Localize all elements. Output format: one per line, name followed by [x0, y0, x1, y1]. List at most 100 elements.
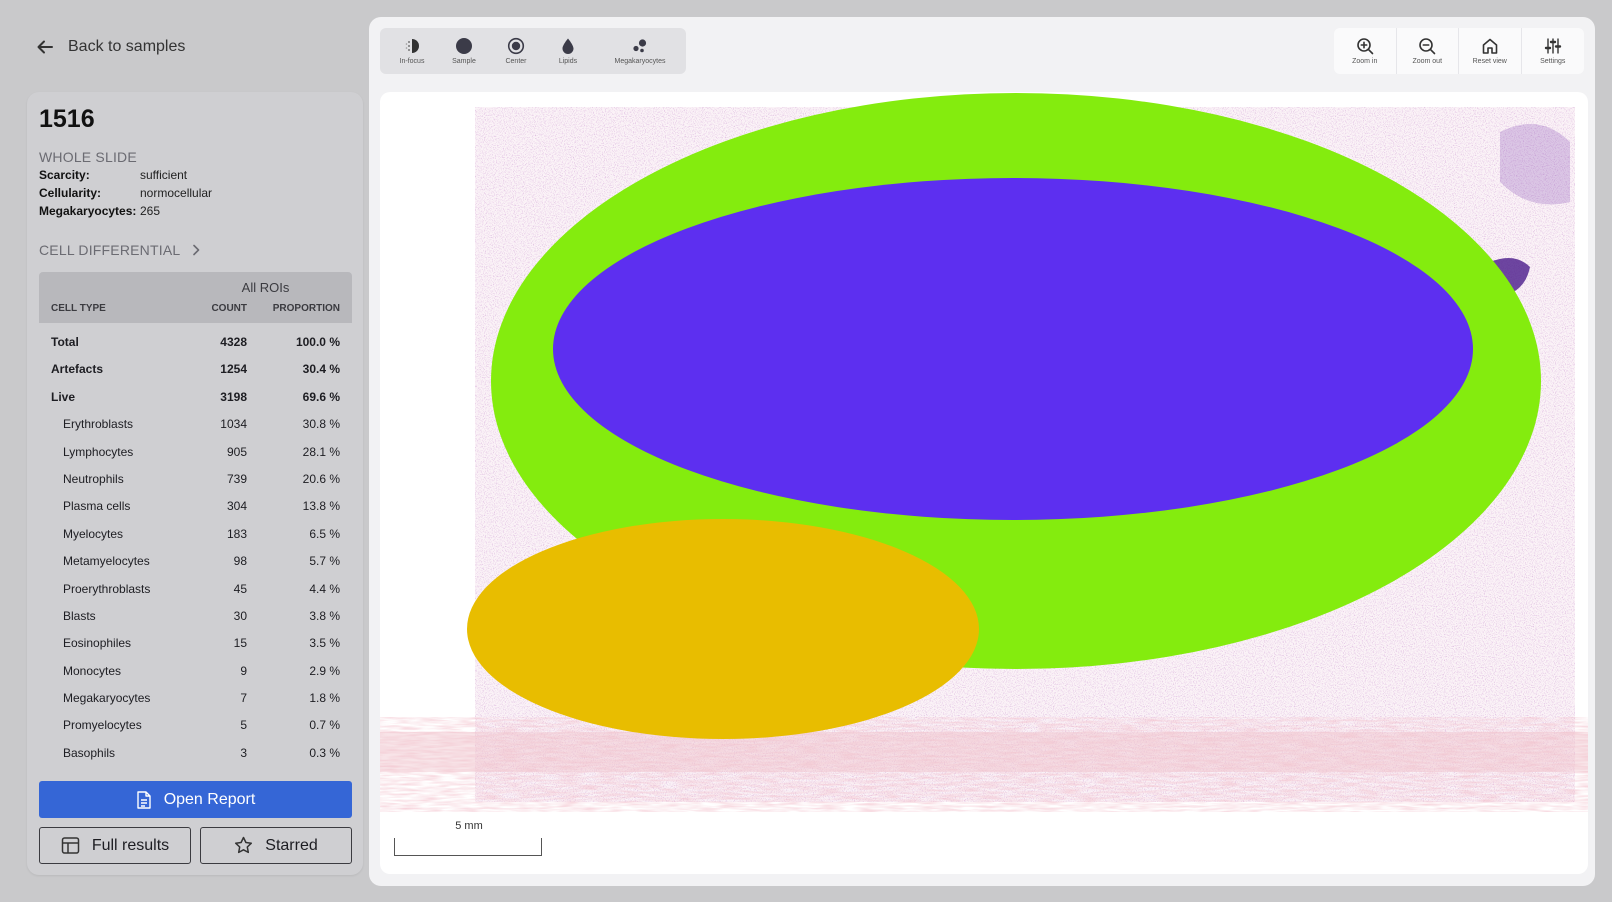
field-key: Cellularity:: [39, 186, 102, 200]
tool-label: Settings: [1540, 58, 1566, 65]
cell-type-cell: Proerythroblasts: [63, 581, 151, 596]
tool-lipids[interactable]: Lipids: [542, 28, 594, 74]
tool-label: Center: [505, 58, 527, 65]
cell-type-cell: Basophils: [63, 745, 116, 760]
count-cell: 15: [233, 636, 247, 651]
count-cell: 98: [233, 554, 247, 569]
full-results-button[interactable]: Full results: [39, 827, 191, 864]
tool-in-focus[interactable]: In-focus: [386, 28, 438, 74]
count-cell: 739: [226, 471, 247, 486]
cell-type-cell: Monocytes: [63, 663, 122, 678]
tool-label: In-focus: [399, 58, 425, 65]
cell-type-cell: Total: [51, 335, 79, 349]
table-row: Metamyelocytes 98 5.7 %: [39, 547, 352, 574]
tool-label: Zoom in: [1352, 58, 1378, 65]
chevron-right-icon: [193, 244, 200, 256]
table-row: Proerythroblasts 45 4.4 %: [39, 575, 352, 602]
starred-button[interactable]: Starred: [200, 827, 352, 864]
proportion-cell: 100.0 %: [295, 335, 340, 349]
back-to-samples-link[interactable]: Back to samples: [36, 38, 185, 56]
tool-label: Zoom out: [1412, 58, 1443, 65]
tool-center[interactable]: Center: [490, 28, 542, 74]
lipids-icon: [562, 38, 574, 54]
tool-megakaryocytes[interactable]: Megakaryocytes: [594, 28, 686, 74]
table-row: Basophils 3 0.3 %: [39, 739, 352, 766]
proportion-cell: 69.6 %: [302, 389, 340, 404]
field-value: normocellular: [140, 186, 213, 200]
field-value: 265: [140, 204, 161, 218]
proportion-cell: 1.8 %: [309, 691, 340, 706]
count-cell: 4328: [220, 335, 247, 349]
table-row: Total 4328 100.0 %: [39, 328, 352, 355]
settings-button[interactable]: Settings: [1522, 28, 1585, 74]
tool-label: Megakaryocytes: [614, 58, 666, 65]
table-row: Artefacts 1254 30.4 %: [39, 355, 352, 382]
open-report-label: Open Report: [163, 790, 256, 808]
full-results-label: Full results: [91, 836, 170, 854]
arrow-left-icon: [37, 40, 53, 54]
table-row: Neutrophils 739 20.6 %: [39, 465, 352, 492]
field-megakaryocytes: Megakaryocytes: 265: [39, 204, 160, 218]
field-value: sufficient: [140, 168, 188, 182]
field-key: Megakaryocytes:: [39, 204, 137, 218]
proportion-cell: 20.6 %: [302, 471, 340, 486]
cell-type-cell: Lymphocytes: [63, 444, 134, 459]
table-row: Blasts 30 3.8 %: [39, 602, 352, 629]
field-cellularity: Cellularity: normocellular: [39, 186, 212, 200]
in-focus-icon: [405, 39, 419, 53]
count-cell: 1254: [220, 362, 247, 377]
count-cell: 30: [233, 608, 247, 623]
proportion-cell: 0.3 %: [309, 745, 340, 760]
column-header-cell-type: CELL TYPE: [51, 303, 106, 314]
count-cell: 183: [226, 526, 247, 541]
scale-bar: 5 mm: [394, 820, 542, 856]
table-row: Megakaryocytes 7 1.8 %: [39, 684, 352, 711]
count-cell: 9: [240, 663, 247, 678]
proportion-cell: 3.8 %: [309, 608, 340, 623]
table-row: Erythroblasts 1034 30.8 %: [39, 410, 352, 437]
cell-differential-label: CELL DIFFERENTIAL: [39, 242, 181, 258]
table-row: Live 3198 69.6 %: [39, 383, 352, 410]
view-toolbar: Zoom in Zoom out Reset view Settings: [1334, 28, 1584, 74]
proportion-cell: 13.8 %: [302, 499, 340, 514]
roi-overlay-yellow: [467, 519, 979, 739]
table-row: Eosinophiles 15 3.5 %: [39, 629, 352, 656]
tool-sample[interactable]: Sample: [438, 28, 490, 74]
cell-type-cell: Neutrophils: [63, 471, 124, 486]
cell-type-cell: Myelocytes: [63, 526, 124, 541]
count-cell: 3198: [220, 389, 247, 404]
count-cell: 3: [240, 745, 247, 760]
tool-label: Reset view: [1472, 58, 1507, 65]
slide-viewport[interactable]: 5 mm: [380, 92, 1588, 874]
roi-overlay-violet: [553, 178, 1473, 520]
table-icon: [61, 837, 80, 854]
table-row: Lymphocytes 905 28.1 %: [39, 438, 352, 465]
open-report-button[interactable]: Open Report: [39, 781, 352, 818]
scale-bar-label: 5 mm: [455, 820, 483, 832]
whole-slide-label: WHOLE SLIDE: [39, 149, 137, 165]
star-icon: [235, 836, 253, 854]
proportion-cell: 6.5 %: [309, 526, 340, 541]
cell-type-cell: Erythroblasts: [63, 417, 134, 432]
table-body: Total 4328 100.0 % Artefacts 1254 30.4 % Live 3…: [39, 328, 352, 766]
cell-type-cell: Live: [51, 389, 76, 404]
table-header: All ROIs CELL TYPE COUNT PROPORTION: [39, 272, 352, 323]
cell-type-cell: Eosinophiles: [63, 636, 132, 651]
field-key: Scarcity:: [39, 168, 90, 182]
tool-label: Lipids: [558, 58, 578, 65]
cell-differential-toggle[interactable]: CELL DIFFERENTIAL: [39, 242, 202, 258]
proportion-cell: 0.7 %: [309, 718, 340, 733]
zoom-in-button[interactable]: Zoom in: [1334, 28, 1397, 74]
zoom-out-button[interactable]: Zoom out: [1397, 28, 1459, 74]
cell-type-cell: Blasts: [63, 608, 96, 623]
group-header: All ROIs: [241, 280, 290, 295]
table-row: Myelocytes 183 6.5 %: [39, 520, 352, 547]
proportion-cell: 4.4 %: [309, 581, 340, 596]
starred-label: Starred: [265, 836, 318, 854]
reset-view-button[interactable]: Reset view: [1459, 28, 1522, 74]
column-header-proportion: PROPORTION: [272, 303, 340, 314]
proportion-cell: 30.4 %: [302, 362, 340, 377]
layer-toolbar: In-focus Sample Center Lipids Megakaryoc…: [380, 28, 686, 74]
tool-label: Sample: [452, 58, 476, 65]
back-label: Back to samples: [68, 38, 186, 55]
